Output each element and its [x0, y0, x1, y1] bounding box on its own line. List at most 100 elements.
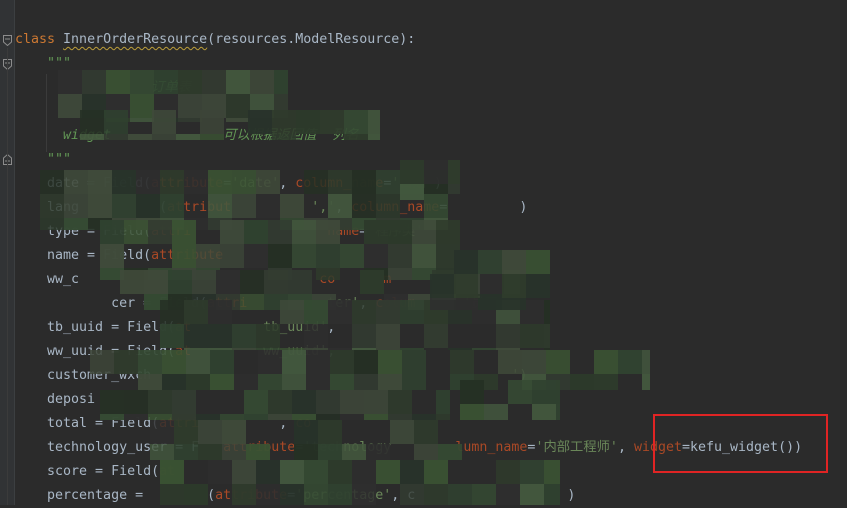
code-line[interactable]: ww_c co nam [15, 268, 847, 292]
code-token: colum [375, 296, 416, 311]
code-line[interactable]: widget 可以根据返回值 列名 [15, 124, 847, 148]
code-line[interactable]: class InnerOrderResource(resources.Model… [15, 28, 847, 52]
code-line[interactable]: type = Field(attri name='程序类' [15, 220, 847, 244]
code-token: ( [151, 488, 216, 503]
code-token: lumn_name [455, 440, 528, 455]
code-token: 'percentage' [295, 488, 392, 503]
code-token: (resources.ModelResource): [207, 32, 416, 47]
code-token: total = [15, 416, 112, 431]
highlight-box [653, 414, 828, 473]
code-token: cer = [111, 296, 160, 311]
code-token: , [279, 176, 296, 191]
code-token: """ [15, 152, 72, 167]
code-token: ww_uuid' [263, 344, 328, 359]
code-line[interactable]: name = Field(attribute [15, 244, 847, 268]
code-token: ( [79, 200, 168, 215]
code-token: Field [127, 344, 168, 359]
code-token: , [199, 416, 296, 431]
code-token: Field [103, 224, 144, 239]
code-token: attribute [223, 440, 296, 455]
code-line[interactable]: percentage = (attribute='percentage', c … [15, 484, 847, 508]
code-token: ( [199, 296, 208, 311]
code-token: ww_c [15, 272, 80, 287]
code-token: ( [143, 224, 152, 239]
code-token: at [175, 320, 192, 335]
code-line[interactable]: """ [15, 148, 847, 172]
code-token: tb_uuid' [263, 320, 328, 335]
code-token: ( [167, 344, 176, 359]
code-token: ( [151, 464, 160, 479]
code-token: , [617, 440, 634, 455]
code-line[interactable]: """ [15, 52, 847, 76]
fold-collapse-icon[interactable] [3, 35, 12, 46]
code-token: Field [103, 176, 144, 191]
code-line[interactable]: customer_wxch ') [15, 364, 847, 388]
code-token: '程序类' [367, 224, 424, 239]
code-token: technology_user = [15, 440, 192, 455]
code-token: name = [15, 248, 104, 263]
code-line[interactable]: date = Field(attribute='date', column_na… [15, 172, 847, 196]
code-token: Field [103, 248, 144, 263]
code-token: 订单表 [15, 80, 191, 95]
code-token: type = [15, 224, 104, 239]
code-token: ( [143, 248, 152, 263]
code-token: widget [15, 128, 112, 143]
code-token: , [327, 320, 344, 335]
code-token: lang [15, 200, 80, 215]
code-line[interactable]: deposi [15, 388, 847, 412]
code-token: tb_uuid = [15, 320, 128, 335]
code-token: , [327, 344, 336, 359]
code-token: 可以根据返回值 列名 [111, 128, 359, 143]
code-token: ) [433, 176, 442, 191]
code-token: column_name [295, 176, 384, 191]
code-line[interactable]: tb_uuid = Field(at tb_uuid', [15, 316, 847, 340]
code-line[interactable]: 订单表 [15, 76, 847, 100]
code-token: attribute [215, 488, 288, 503]
code-token: attribute [151, 176, 224, 191]
code-token: '员工' [463, 296, 506, 311]
code-token: Field [127, 320, 168, 335]
code-token: """ [15, 56, 72, 71]
code-token: ( [143, 176, 152, 191]
code-token: F [191, 440, 200, 455]
code-token: = [223, 176, 232, 191]
code-token: class [15, 32, 64, 47]
code-token: nam [367, 272, 392, 287]
code-token: ( [167, 320, 176, 335]
code-token: attri [151, 224, 192, 239]
code-token: Field [111, 416, 152, 431]
code-line[interactable]: cer = Field(attri ter', colum '员工' [15, 292, 847, 316]
code-token: Field [111, 464, 152, 479]
code-token: ww_uuid = [15, 344, 128, 359]
code-token: percentage = [15, 488, 152, 503]
code-token: '内部工程师' [535, 440, 618, 455]
code-line[interactable]: lang (attribut ',', column_name= ) [15, 196, 847, 220]
code-line[interactable] [15, 100, 847, 124]
code-token: 'technology [303, 440, 392, 455]
code-token: '日期' [391, 176, 434, 191]
code-token: co [295, 416, 312, 431]
code-token: ) [415, 488, 576, 503]
code-token: Field [159, 296, 200, 311]
code-token: ') [511, 368, 528, 383]
code-token: date [15, 176, 80, 191]
code-token: deposi [15, 392, 96, 407]
code-token: name [327, 224, 360, 239]
code-token: customer_wxch [15, 368, 152, 383]
code-token: ter' [327, 296, 360, 311]
code-token: column_name [351, 200, 440, 215]
code-token: at [175, 344, 192, 359]
code-line[interactable]: ww_uuid = Field(at ww_uuid', [15, 340, 847, 364]
code-token: attri [159, 416, 200, 431]
